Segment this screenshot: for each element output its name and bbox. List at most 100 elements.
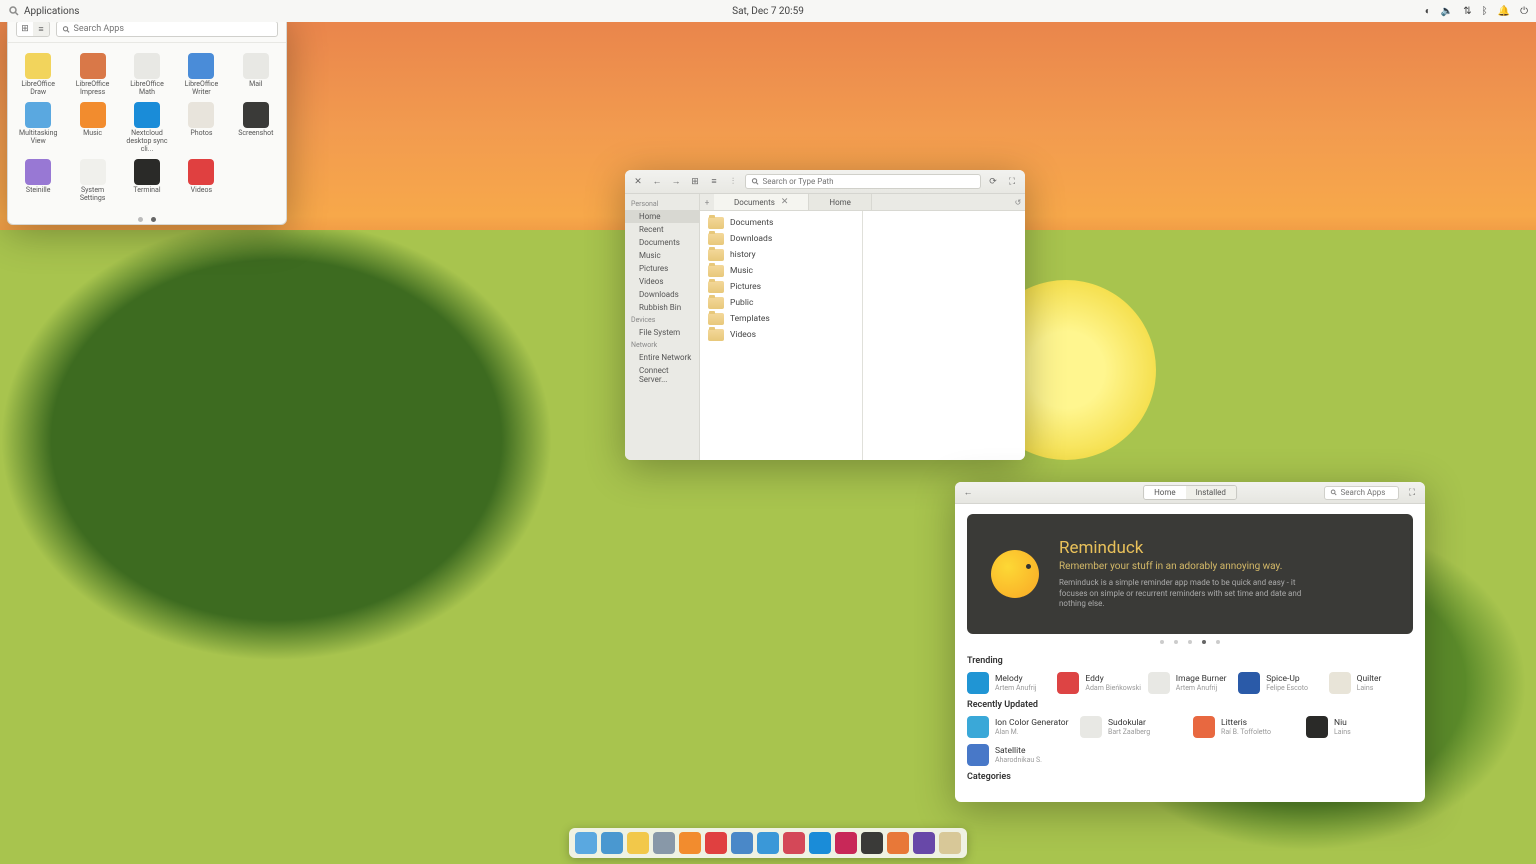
app-item[interactable]: System Settings [66,157,118,204]
dock-item[interactable] [835,832,857,854]
folder-item[interactable]: Templates [704,311,858,327]
appcenter-nav[interactable]: Home Installed [1143,485,1237,500]
sidebar-item[interactable]: Home [625,210,699,223]
dock-item[interactable] [653,832,675,854]
dock-item[interactable] [757,832,779,854]
pager-dot[interactable] [151,217,156,222]
sidebar-item[interactable]: Recent [625,223,699,236]
maximize-button[interactable]: ⛶ [1005,175,1019,189]
new-tab-button[interactable]: + [700,194,714,210]
featured-banner[interactable]: Reminduck Remember your stuff in an ador… [967,514,1413,634]
close-button[interactable]: ✕ [631,175,645,189]
dock-item[interactable] [887,832,909,854]
launcher-search-input[interactable] [74,24,273,34]
folder-item[interactable]: Documents [704,215,858,231]
app-item[interactable]: LibreOffice Math [121,51,173,98]
clock[interactable]: Sat, Dec 7 20:59 [732,6,804,17]
path-input[interactable] [763,177,975,186]
dock-item[interactable] [913,832,935,854]
view-grid-button[interactable]: ⊞ [688,175,702,189]
app-card[interactable]: Ion Color GeneratorAlan M. [967,716,1074,738]
view-list-button[interactable]: ≡ [707,175,721,189]
appcenter-search-input[interactable] [1341,488,1394,497]
pager-dot[interactable] [1202,640,1206,644]
sidebar-item[interactable]: Music [625,249,699,262]
app-card[interactable]: LitterisRaí B. Toffoletto [1193,716,1300,738]
sidebar-item[interactable]: Connect Server... [625,364,699,386]
power-icon[interactable]: ⏻ [1520,6,1528,17]
sidebar-item[interactable]: Downloads [625,288,699,301]
bluetooth-icon[interactable]: ᛒ [1482,6,1488,17]
refresh-button[interactable]: ⟳ [986,175,1000,189]
app-item[interactable]: Music [66,100,118,155]
folder-item[interactable]: Downloads [704,231,858,247]
app-item[interactable]: Screenshot [230,100,282,155]
launcher-pager[interactable] [8,213,286,225]
dock-item[interactable] [809,832,831,854]
pager-dot[interactable] [138,217,143,222]
path-bar[interactable] [745,174,981,189]
system-indicators[interactable]: ◐ 🔈 ⇅ ᛒ 🔔 ⏻ [1425,6,1528,17]
files-pane[interactable]: DocumentsDownloadshistoryMusicPicturesPu… [700,211,862,460]
back-button[interactable]: ← [650,175,664,189]
app-card[interactable]: EddyAdam Bieńkowski [1057,672,1141,694]
applications-menu-button[interactable]: Applications [8,5,79,17]
sidebar-item[interactable]: Documents [625,236,699,249]
tab-documents[interactable]: Documents✕ [714,194,809,210]
app-card[interactable]: SudokularBart Zaalberg [1080,716,1187,738]
network-icon[interactable]: ⇅ [1463,6,1471,17]
list-view-button[interactable]: ≡ [33,22,49,36]
grid-view-button[interactable]: ⊞ [17,22,33,36]
tab-history-button[interactable]: ↺ [1011,194,1025,210]
app-item[interactable]: Nextcloud desktop sync cli... [121,100,173,155]
app-card[interactable]: Spice-UpFelipe Escoto [1238,672,1322,694]
app-item[interactable]: Photos [175,100,227,155]
pager-dot[interactable] [1216,640,1220,644]
folder-item[interactable]: history [704,247,858,263]
night-light-icon[interactable]: ◐ [1425,6,1431,17]
view-mode-toggle[interactable]: ⊞ ≡ [16,21,50,37]
dock-item[interactable] [731,832,753,854]
sidebar-item[interactable]: Rubbish Bin [625,301,699,314]
tab-home[interactable]: Home [809,194,872,210]
sidebar-item[interactable]: Entire Network [625,351,699,364]
sidebar-item[interactable]: Videos [625,275,699,288]
forward-button[interactable]: → [669,175,683,189]
pager-dot[interactable] [1160,640,1164,644]
folder-item[interactable]: Pictures [704,279,858,295]
app-item[interactable]: Steinille [12,157,64,204]
launcher-search[interactable] [56,21,278,37]
app-card[interactable]: Image BurnerArtem Anufrij [1148,672,1232,694]
dock-item[interactable] [575,832,597,854]
tab-close-button[interactable]: ✕ [781,197,789,207]
view-columns-button[interactable]: ⫶ [726,175,740,189]
app-item[interactable]: Videos [175,157,227,204]
app-item[interactable]: LibreOffice Impress [66,51,118,98]
app-item[interactable]: Mail [230,51,282,98]
sidebar-item[interactable]: Pictures [625,262,699,275]
nav-home-button[interactable]: Home [1144,486,1186,499]
dock-item[interactable] [861,832,883,854]
notifications-icon[interactable]: 🔔 [1498,6,1510,17]
maximize-button[interactable]: ⛶ [1405,486,1419,500]
volume-icon[interactable]: 🔈 [1441,6,1453,17]
sidebar-item[interactable]: File System [625,326,699,339]
nav-installed-button[interactable]: Installed [1186,486,1236,499]
pager-dot[interactable] [1188,640,1192,644]
dock-item[interactable] [627,832,649,854]
dock-item[interactable] [783,832,805,854]
app-item[interactable]: LibreOffice Writer [175,51,227,98]
files-pane[interactable] [862,211,1025,460]
folder-item[interactable]: Music [704,263,858,279]
dock-item[interactable] [679,832,701,854]
back-button[interactable]: ← [961,486,975,500]
app-card[interactable]: QuilterLains [1329,672,1413,694]
appcenter-search[interactable] [1324,486,1399,500]
dock-item[interactable] [705,832,727,854]
dock-item[interactable] [939,832,961,854]
pager-dot[interactable] [1174,640,1178,644]
app-card[interactable]: NiuLains [1306,716,1413,738]
folder-item[interactable]: Videos [704,327,858,343]
app-item[interactable]: Multitasking View [12,100,64,155]
folder-item[interactable]: Public [704,295,858,311]
